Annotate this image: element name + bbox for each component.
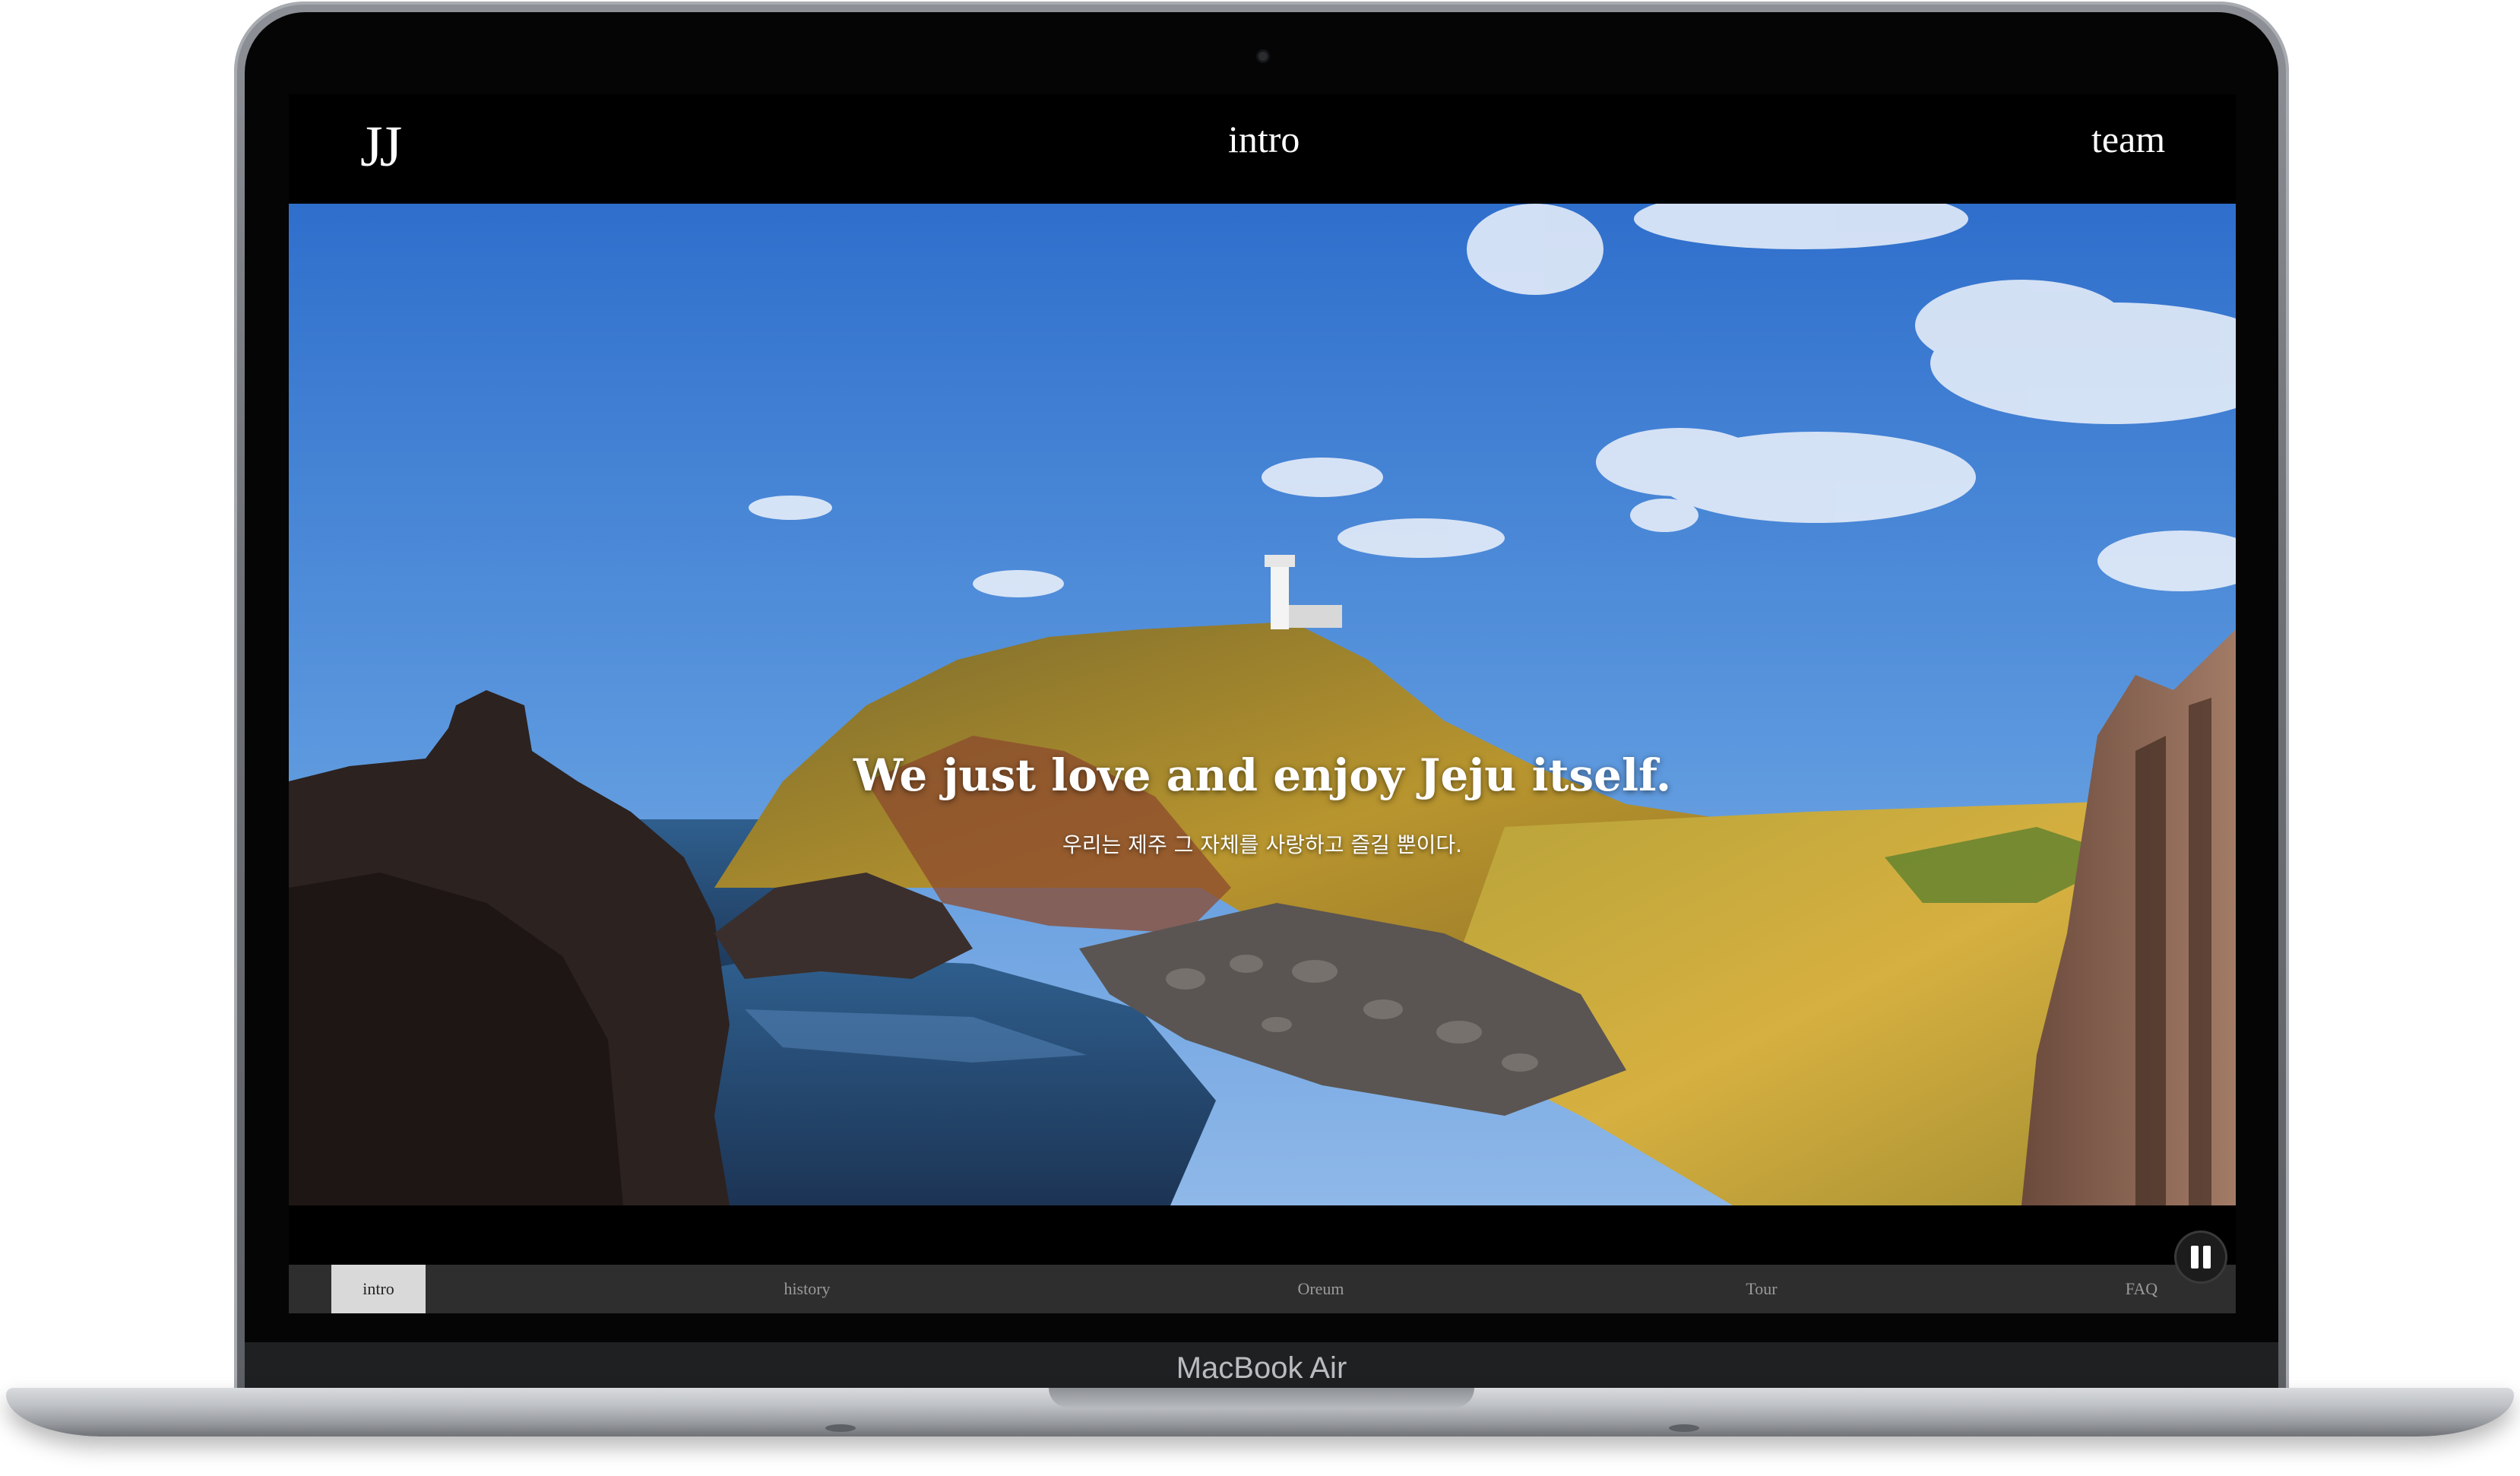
laptop-foot — [1669, 1424, 1699, 1432]
hero-subline: 우리는 제주 그 자체를 사랑하고 즐길 뿐이다. — [1062, 832, 1462, 857]
tab-oreum[interactable]: Oreum — [1274, 1265, 1368, 1313]
section-tab-bar: intro history Oreum Tour FAQ — [289, 1265, 2236, 1313]
top-navigation: JJ intro team — [289, 94, 2236, 204]
site-logo[interactable]: JJ — [360, 114, 402, 180]
pause-icon — [2203, 1246, 2211, 1269]
nav-link-intro[interactable]: intro — [1228, 117, 1300, 161]
tab-faq[interactable]: FAQ — [2104, 1265, 2180, 1313]
laptop-foot — [825, 1424, 856, 1432]
laptop-notch — [1049, 1388, 1474, 1408]
hero-video: We just love and enjoy Jeju itself. 우리는 … — [289, 204, 2236, 1205]
tab-tour[interactable]: Tour — [1714, 1265, 1809, 1313]
nav-link-team[interactable]: team — [2091, 117, 2165, 161]
hero-headline: We just love and enjoy Jeju itself. — [853, 749, 1672, 801]
pause-button[interactable] — [2177, 1233, 2225, 1281]
pause-icon — [2191, 1246, 2199, 1269]
tab-history[interactable]: history — [760, 1265, 854, 1313]
camera-icon — [1258, 52, 1268, 61]
tab-intro[interactable]: intro — [331, 1265, 426, 1313]
jeju-landscape-image — [289, 204, 2236, 1205]
device-label: MacBook Air — [1176, 1351, 1347, 1385]
laptop-mockup: JJ intro team We just love and enjoy Jej… — [0, 0, 2520, 1476]
website-screen: JJ intro team We just love and enjoy Jej… — [289, 94, 2236, 1313]
